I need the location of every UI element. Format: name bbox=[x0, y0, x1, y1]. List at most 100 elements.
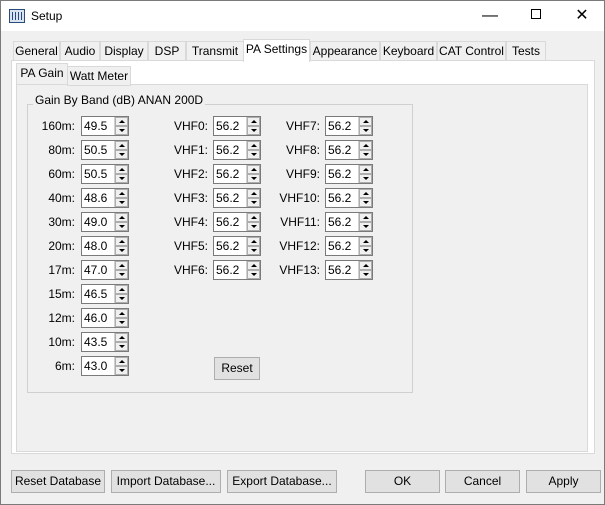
gain-spinner-vhf1[interactable]: 56.2 bbox=[213, 140, 261, 160]
subtab-watt-meter[interactable]: Watt Meter bbox=[67, 66, 131, 86]
gain-spinner-vhf3[interactable]: 56.2 bbox=[213, 188, 261, 208]
spin-down-icon[interactable] bbox=[247, 246, 260, 255]
gain-spinner-vhf8[interactable]: 56.2 bbox=[325, 140, 373, 160]
gain-spinner-80m[interactable]: 50.5 bbox=[81, 140, 129, 160]
spin-down-icon[interactable] bbox=[115, 150, 128, 159]
gain-spinner-vhf10[interactable]: 56.2 bbox=[325, 188, 373, 208]
tab-keyboard[interactable]: Keyboard bbox=[380, 41, 437, 61]
ok-button[interactable]: OK bbox=[365, 470, 440, 493]
spin-down-icon[interactable] bbox=[115, 246, 128, 255]
spin-up-icon[interactable] bbox=[359, 189, 372, 198]
spin-up-icon[interactable] bbox=[115, 333, 128, 342]
gain-spinner-vhf7[interactable]: 56.2 bbox=[325, 116, 373, 136]
gain-value[interactable]: 56.2 bbox=[328, 263, 351, 277]
spin-down-icon[interactable] bbox=[115, 222, 128, 231]
tab-appearance[interactable]: Appearance bbox=[310, 41, 380, 61]
maximize-button[interactable] bbox=[513, 1, 559, 31]
gain-value[interactable]: 47.0 bbox=[84, 263, 107, 277]
spin-down-icon[interactable] bbox=[247, 126, 260, 135]
tab-tests[interactable]: Tests bbox=[506, 41, 546, 61]
tab-pa-settings[interactable]: PA Settings bbox=[243, 39, 310, 62]
gain-value[interactable]: 56.2 bbox=[328, 143, 351, 157]
spin-up-icon[interactable] bbox=[247, 237, 260, 246]
import-database-button[interactable]: Import Database... bbox=[111, 470, 221, 493]
gain-spinner-40m[interactable]: 48.6 bbox=[81, 188, 129, 208]
gain-value[interactable]: 50.5 bbox=[84, 143, 107, 157]
gain-value[interactable]: 56.2 bbox=[328, 167, 351, 181]
spin-up-icon[interactable] bbox=[359, 165, 372, 174]
gain-spinner-vhf2[interactable]: 56.2 bbox=[213, 164, 261, 184]
gain-spinner-6m[interactable]: 43.0 bbox=[81, 356, 129, 376]
tab-dsp[interactable]: DSP bbox=[148, 41, 186, 61]
gain-value[interactable]: 46.0 bbox=[84, 311, 107, 325]
spin-down-icon[interactable] bbox=[115, 270, 128, 279]
spin-down-icon[interactable] bbox=[359, 198, 372, 207]
spin-up-icon[interactable] bbox=[359, 141, 372, 150]
spin-up-icon[interactable] bbox=[115, 189, 128, 198]
spin-up-icon[interactable] bbox=[359, 261, 372, 270]
gain-value[interactable]: 56.2 bbox=[328, 119, 351, 133]
gain-spinner-20m[interactable]: 48.0 bbox=[81, 236, 129, 256]
gain-spinner-30m[interactable]: 49.0 bbox=[81, 212, 129, 232]
spin-down-icon[interactable] bbox=[359, 246, 372, 255]
tab-transmit[interactable]: Transmit bbox=[186, 41, 244, 61]
gain-value[interactable]: 49.0 bbox=[84, 215, 107, 229]
gain-value[interactable]: 56.2 bbox=[216, 263, 239, 277]
gain-value[interactable]: 43.5 bbox=[84, 335, 107, 349]
gain-value[interactable]: 56.2 bbox=[216, 143, 239, 157]
minimize-button[interactable]: — bbox=[467, 1, 513, 31]
spin-up-icon[interactable] bbox=[247, 213, 260, 222]
spin-up-icon[interactable] bbox=[247, 165, 260, 174]
gain-value[interactable]: 56.2 bbox=[328, 239, 351, 253]
gain-value[interactable]: 48.0 bbox=[84, 239, 107, 253]
spin-up-icon[interactable] bbox=[115, 117, 128, 126]
spin-up-icon[interactable] bbox=[115, 213, 128, 222]
spin-down-icon[interactable] bbox=[115, 294, 128, 303]
gain-spinner-vhf0[interactable]: 56.2 bbox=[213, 116, 261, 136]
close-button[interactable]: ✕ bbox=[559, 1, 605, 31]
spin-up-icon[interactable] bbox=[247, 117, 260, 126]
gain-value[interactable]: 56.2 bbox=[216, 239, 239, 253]
spin-up-icon[interactable] bbox=[115, 357, 128, 366]
gain-spinner-vhf12[interactable]: 56.2 bbox=[325, 236, 373, 256]
spin-down-icon[interactable] bbox=[247, 222, 260, 231]
reset-gain-button[interactable]: Reset bbox=[214, 357, 260, 380]
gain-value[interactable]: 56.2 bbox=[216, 119, 239, 133]
spin-up-icon[interactable] bbox=[247, 189, 260, 198]
gain-value[interactable]: 50.5 bbox=[84, 167, 107, 181]
spin-down-icon[interactable] bbox=[115, 342, 128, 351]
gain-spinner-vhf13[interactable]: 56.2 bbox=[325, 260, 373, 280]
tab-cat-control[interactable]: CAT Control bbox=[437, 41, 506, 61]
spin-down-icon[interactable] bbox=[247, 150, 260, 159]
spin-up-icon[interactable] bbox=[359, 213, 372, 222]
gain-value[interactable]: 43.0 bbox=[84, 359, 107, 373]
gain-spinner-17m[interactable]: 47.0 bbox=[81, 260, 129, 280]
cancel-button[interactable]: Cancel bbox=[445, 470, 520, 493]
spin-up-icon[interactable] bbox=[115, 141, 128, 150]
tab-general[interactable]: General bbox=[13, 41, 60, 61]
spin-down-icon[interactable] bbox=[115, 366, 128, 375]
spin-down-icon[interactable] bbox=[359, 270, 372, 279]
apply-button[interactable]: Apply bbox=[526, 470, 601, 493]
gain-value[interactable]: 48.6 bbox=[84, 191, 107, 205]
gain-spinner-60m[interactable]: 50.5 bbox=[81, 164, 129, 184]
subtab-pa-gain[interactable]: PA Gain bbox=[16, 63, 68, 85]
spin-down-icon[interactable] bbox=[359, 174, 372, 183]
spin-down-icon[interactable] bbox=[359, 126, 372, 135]
spin-up-icon[interactable] bbox=[115, 261, 128, 270]
spin-up-icon[interactable] bbox=[247, 261, 260, 270]
gain-spinner-160m[interactable]: 49.5 bbox=[81, 116, 129, 136]
reset-database-button[interactable]: Reset Database bbox=[11, 470, 105, 493]
gain-value[interactable]: 56.2 bbox=[216, 215, 239, 229]
spin-down-icon[interactable] bbox=[115, 198, 128, 207]
spin-down-icon[interactable] bbox=[359, 150, 372, 159]
spin-down-icon[interactable] bbox=[247, 270, 260, 279]
spin-up-icon[interactable] bbox=[247, 141, 260, 150]
spin-up-icon[interactable] bbox=[115, 237, 128, 246]
gain-spinner-15m[interactable]: 46.5 bbox=[81, 284, 129, 304]
gain-value[interactable]: 56.2 bbox=[328, 215, 351, 229]
gain-value[interactable]: 56.2 bbox=[216, 191, 239, 205]
gain-spinner-vhf4[interactable]: 56.2 bbox=[213, 212, 261, 232]
gain-spinner-vhf5[interactable]: 56.2 bbox=[213, 236, 261, 256]
gain-spinner-vhf9[interactable]: 56.2 bbox=[325, 164, 373, 184]
